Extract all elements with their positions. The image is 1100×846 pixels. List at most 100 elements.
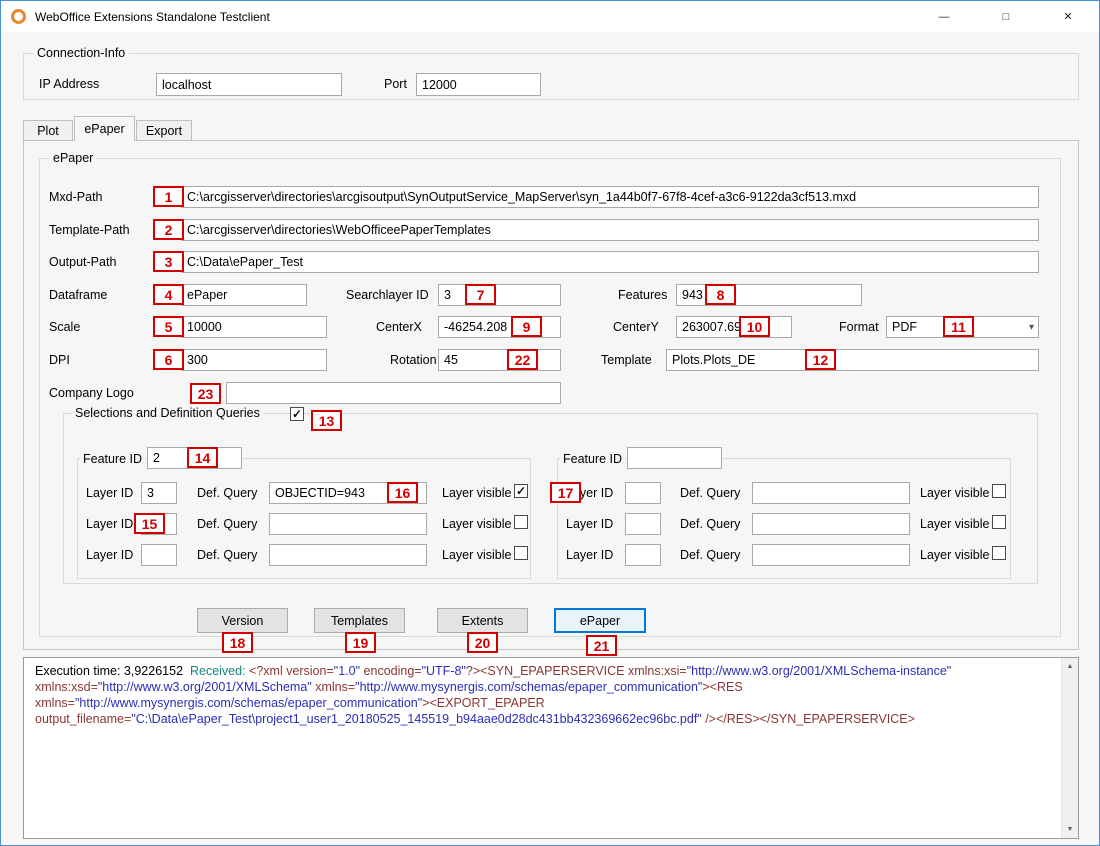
- close-button[interactable]: ✕: [1037, 1, 1099, 32]
- right-feature-id-input[interactable]: [627, 447, 722, 469]
- log-scrollbar[interactable]: ▲ ▼: [1061, 658, 1078, 838]
- template-path-label: Template-Path: [49, 223, 130, 237]
- log-segment: <?xml version=: [249, 664, 334, 678]
- log-output[interactable]: Execution time: 3,9226152 Received: <?xm…: [23, 657, 1079, 839]
- template-input[interactable]: Plots.Plots_DE: [666, 349, 1039, 371]
- right-row1-layer-visible-checkbox[interactable]: [992, 515, 1006, 529]
- mxd-path-input[interactable]: C:\arcgisserver\directories\arcgisoutput…: [181, 186, 1039, 208]
- format-label: Format: [839, 320, 879, 334]
- left-row1-def-query-label: Def. Query: [197, 517, 257, 531]
- right-row0-layer-id-input[interactable]: [625, 482, 661, 504]
- log-segment: "http://www.mysynergis.com/schemas/epape…: [75, 696, 422, 710]
- rotation-label: Rotation: [390, 353, 437, 367]
- tab-export[interactable]: Export: [136, 120, 192, 141]
- left-row2-def-query-label: Def. Query: [197, 548, 257, 562]
- format-select[interactable]: PDF ▾: [886, 316, 1039, 338]
- left-row0-layer-id-label: Layer ID: [86, 486, 133, 500]
- window-title: WebOffice Extensions Standalone Testclie…: [35, 10, 270, 24]
- features-input[interactable]: 943: [676, 284, 862, 306]
- left-row2-layer-visible-checkbox[interactable]: [514, 546, 528, 560]
- company-logo-input[interactable]: [226, 382, 561, 404]
- log-segment: Received:: [190, 664, 249, 678]
- templates-button[interactable]: Templates: [314, 608, 405, 633]
- right-row0-layer-id-label: Layer ID: [566, 486, 613, 500]
- right-row2-def-query-input[interactable]: [752, 544, 910, 566]
- left-feature-id-input[interactable]: 2: [147, 447, 242, 469]
- log-text: Execution time: 3,9226152 Received: <?xm…: [35, 663, 1052, 727]
- dataframe-label: Dataframe: [49, 288, 107, 302]
- output-path-input[interactable]: C:\Data\ePaper_Test: [181, 251, 1039, 273]
- left-row0-layer-visible-checkbox[interactable]: ✓: [514, 484, 528, 498]
- minimize-button[interactable]: —: [913, 1, 975, 32]
- right-row0-def-query-input[interactable]: [752, 482, 910, 504]
- log-segment: encoding=: [360, 664, 422, 678]
- left-row1-layer-id-input[interactable]: [141, 513, 177, 535]
- log-segment: "http://www.mysynergis.com/schemas/epape…: [355, 680, 702, 694]
- left-row2-def-query-input[interactable]: [269, 544, 427, 566]
- right-row2-layer-id-input[interactable]: [625, 544, 661, 566]
- version-button[interactable]: Version: [197, 608, 288, 633]
- log-segment: xmlns=: [312, 680, 355, 694]
- log-segment: /></RES></SYN_EPAPERSERVICE>: [702, 712, 915, 726]
- ip-address-input[interactable]: localhost: [156, 73, 342, 96]
- title-bar: WebOffice Extensions Standalone Testclie…: [1, 1, 1099, 32]
- left-row1-layer-visible-checkbox[interactable]: [514, 515, 528, 529]
- right-row2-def-query-label: Def. Query: [680, 548, 740, 562]
- extents-button[interactable]: Extents: [437, 608, 528, 633]
- log-segment: "C:\Data\ePaper_Test\project1_user1_2018…: [131, 712, 701, 726]
- centerx-input[interactable]: -46254.208: [438, 316, 561, 338]
- log-segment: "1.0": [334, 664, 360, 678]
- mxd-path-label: Mxd-Path: [49, 190, 103, 204]
- port-label: Port: [384, 77, 407, 91]
- searchlayer-id-label: Searchlayer ID: [346, 288, 429, 302]
- log-segment: "http://www.w3.org/2001/XMLSchema": [98, 680, 312, 694]
- tab-plot[interactable]: Plot: [23, 120, 73, 141]
- rotation-input[interactable]: 45: [438, 349, 561, 371]
- epaper-button[interactable]: ePaper: [554, 608, 646, 633]
- searchlayer-id-input[interactable]: 3: [438, 284, 561, 306]
- right-row0-layer-visible-checkbox[interactable]: [992, 484, 1006, 498]
- selections-enabled-checkbox[interactable]: ✓: [290, 407, 304, 421]
- left-row1-layer-id-label: Layer ID: [86, 517, 133, 531]
- left-row0-layer-id-input[interactable]: 3: [141, 482, 177, 504]
- log-segment: ?><SYN_EPAPERSERVICE xmlns:xsi=: [466, 664, 687, 678]
- template-label: Template: [601, 353, 652, 367]
- tab-epaper[interactable]: ePaper: [74, 116, 135, 141]
- maximize-button[interactable]: □: [975, 1, 1037, 32]
- output-path-label: Output-Path: [49, 255, 116, 269]
- app-logo-icon: [11, 9, 26, 24]
- dropdown-arrow-icon[interactable]: ▾: [1029, 317, 1034, 337]
- left-row0-def-query-input[interactable]: OBJECTID=943: [269, 482, 427, 504]
- right-feature-id-label: Feature ID: [560, 452, 625, 466]
- scale-label: Scale: [49, 320, 80, 334]
- centery-input[interactable]: 263007.691: [676, 316, 792, 338]
- selections-group-label: Selections and Definition Queries: [72, 406, 263, 420]
- right-row2-layer-visible-label: Layer visible: [920, 548, 989, 562]
- dpi-label: DPI: [49, 353, 70, 367]
- left-row0-def-query-label: Def. Query: [197, 486, 257, 500]
- right-row1-layer-id-input[interactable]: [625, 513, 661, 535]
- left-row1-layer-visible-label: Layer visible: [442, 517, 511, 531]
- dataframe-input[interactable]: ePaper: [181, 284, 307, 306]
- scroll-up-icon[interactable]: ▲: [1062, 658, 1078, 675]
- dpi-input[interactable]: 300: [181, 349, 327, 371]
- scale-input[interactable]: 10000: [181, 316, 327, 338]
- connection-group-label: Connection-Info: [33, 46, 129, 60]
- left-row1-def-query-input[interactable]: [269, 513, 427, 535]
- right-row0-layer-visible-label: Layer visible: [920, 486, 989, 500]
- right-row1-def-query-label: Def. Query: [680, 517, 740, 531]
- right-row1-layer-id-label: Layer ID: [566, 517, 613, 531]
- left-row2-layer-id-input[interactable]: [141, 544, 177, 566]
- window-controls: — □ ✕: [913, 1, 1099, 32]
- epaper-group-label: ePaper: [49, 151, 97, 165]
- log-segment: Execution time: 3,9226152: [35, 664, 190, 678]
- scroll-down-icon[interactable]: ▼: [1062, 821, 1078, 838]
- left-feature-id-label: Feature ID: [80, 452, 145, 466]
- template-path-input[interactable]: C:\arcgisserver\directories\WebOfficeePa…: [181, 219, 1039, 241]
- right-row1-def-query-input[interactable]: [752, 513, 910, 535]
- right-row0-def-query-label: Def. Query: [680, 486, 740, 500]
- left-row2-layer-visible-label: Layer visible: [442, 548, 511, 562]
- port-input[interactable]: 12000: [416, 73, 541, 96]
- left-row2-layer-id-label: Layer ID: [86, 548, 133, 562]
- right-row2-layer-visible-checkbox[interactable]: [992, 546, 1006, 560]
